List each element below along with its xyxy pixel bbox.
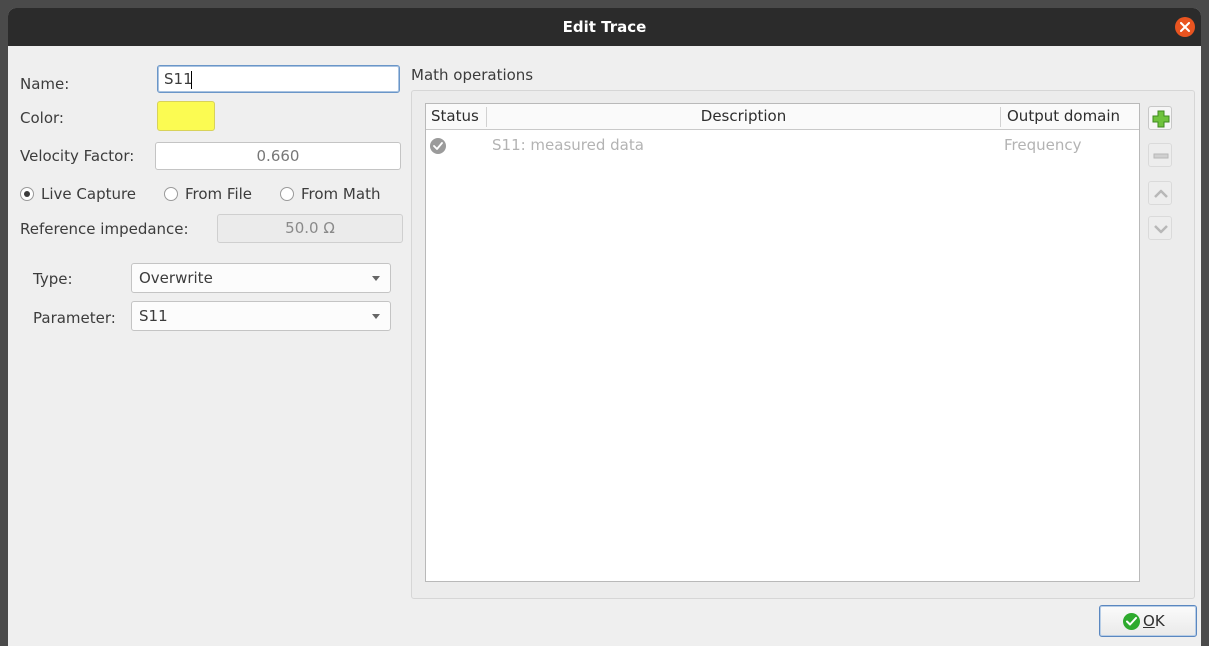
- move-up-icon: [1154, 189, 1168, 198]
- row-description: S11: measured data: [492, 136, 644, 154]
- radio-dot-selected: [20, 187, 34, 201]
- close-icon: [1180, 22, 1190, 32]
- table-header: Status Description Output domain: [426, 104, 1139, 130]
- velocity-factor-input[interactable]: 0.660: [155, 142, 401, 170]
- add-icon: [1152, 110, 1170, 128]
- column-divider: [1000, 107, 1001, 127]
- text-caret: [191, 71, 192, 89]
- name-label: Name:: [20, 75, 70, 93]
- name-input-value: S11: [164, 70, 193, 88]
- ok-button[interactable]: OK: [1099, 605, 1197, 637]
- column-header-output-domain[interactable]: Output domain: [1007, 104, 1120, 129]
- column-header-description[interactable]: Description: [487, 104, 1000, 129]
- move-down-icon: [1154, 225, 1168, 234]
- parameter-label: Parameter:: [33, 309, 116, 327]
- column-header-status[interactable]: Status: [431, 104, 479, 129]
- edit-trace-dialog: Edit Trace Name: S11 Color: Velocity Fac…: [8, 8, 1201, 646]
- type-dropdown[interactable]: Overwrite: [131, 263, 391, 293]
- radio-live-capture[interactable]: Live Capture: [20, 184, 136, 204]
- type-dropdown-value: Overwrite: [139, 269, 213, 287]
- radio-live-capture-label: Live Capture: [41, 185, 137, 203]
- window-title: Edit Trace: [562, 18, 647, 36]
- reference-impedance-label: Reference impedance:: [20, 220, 189, 238]
- move-down-button[interactable]: [1148, 216, 1172, 240]
- name-input[interactable]: S11: [157, 65, 400, 93]
- radio-dot: [280, 187, 294, 201]
- remove-operation-button[interactable]: [1148, 143, 1172, 167]
- title-bar[interactable]: Edit Trace: [8, 8, 1201, 46]
- parameter-dropdown-value: S11: [139, 307, 168, 325]
- close-button[interactable]: [1175, 17, 1195, 37]
- math-operations-label: Math operations: [411, 66, 534, 84]
- table-row[interactable]: S11: measured data Frequency: [426, 131, 1139, 159]
- remove-icon: [1153, 153, 1169, 159]
- math-operations-table[interactable]: Status Description Output domain S11: me…: [425, 103, 1140, 582]
- velocity-factor-value: 0.660: [256, 147, 300, 165]
- chevron-down-icon: [372, 314, 380, 319]
- reference-impedance-value: 50.0 Ω: [285, 219, 335, 237]
- color-swatch-button[interactable]: [157, 101, 215, 131]
- check-circle-icon: [1123, 613, 1140, 630]
- radio-from-math-label: From Math: [301, 185, 381, 203]
- radio-dot: [164, 187, 178, 201]
- move-up-button[interactable]: [1148, 181, 1172, 205]
- parameter-dropdown[interactable]: S11: [131, 301, 391, 331]
- color-label: Color:: [20, 109, 64, 127]
- ok-button-label: OK: [1143, 612, 1165, 630]
- reference-impedance-input: 50.0 Ω: [217, 214, 403, 243]
- radio-from-math[interactable]: From Math: [280, 184, 380, 204]
- add-operation-button[interactable]: [1148, 106, 1172, 130]
- radio-from-file[interactable]: From File: [164, 184, 252, 204]
- type-label: Type:: [33, 270, 73, 288]
- radio-from-file-label: From File: [185, 185, 253, 203]
- velocity-factor-label: Velocity Factor:: [20, 147, 135, 165]
- chevron-down-icon: [372, 276, 380, 281]
- row-output-domain: Frequency: [1004, 136, 1082, 154]
- check-circle-icon: [430, 138, 446, 154]
